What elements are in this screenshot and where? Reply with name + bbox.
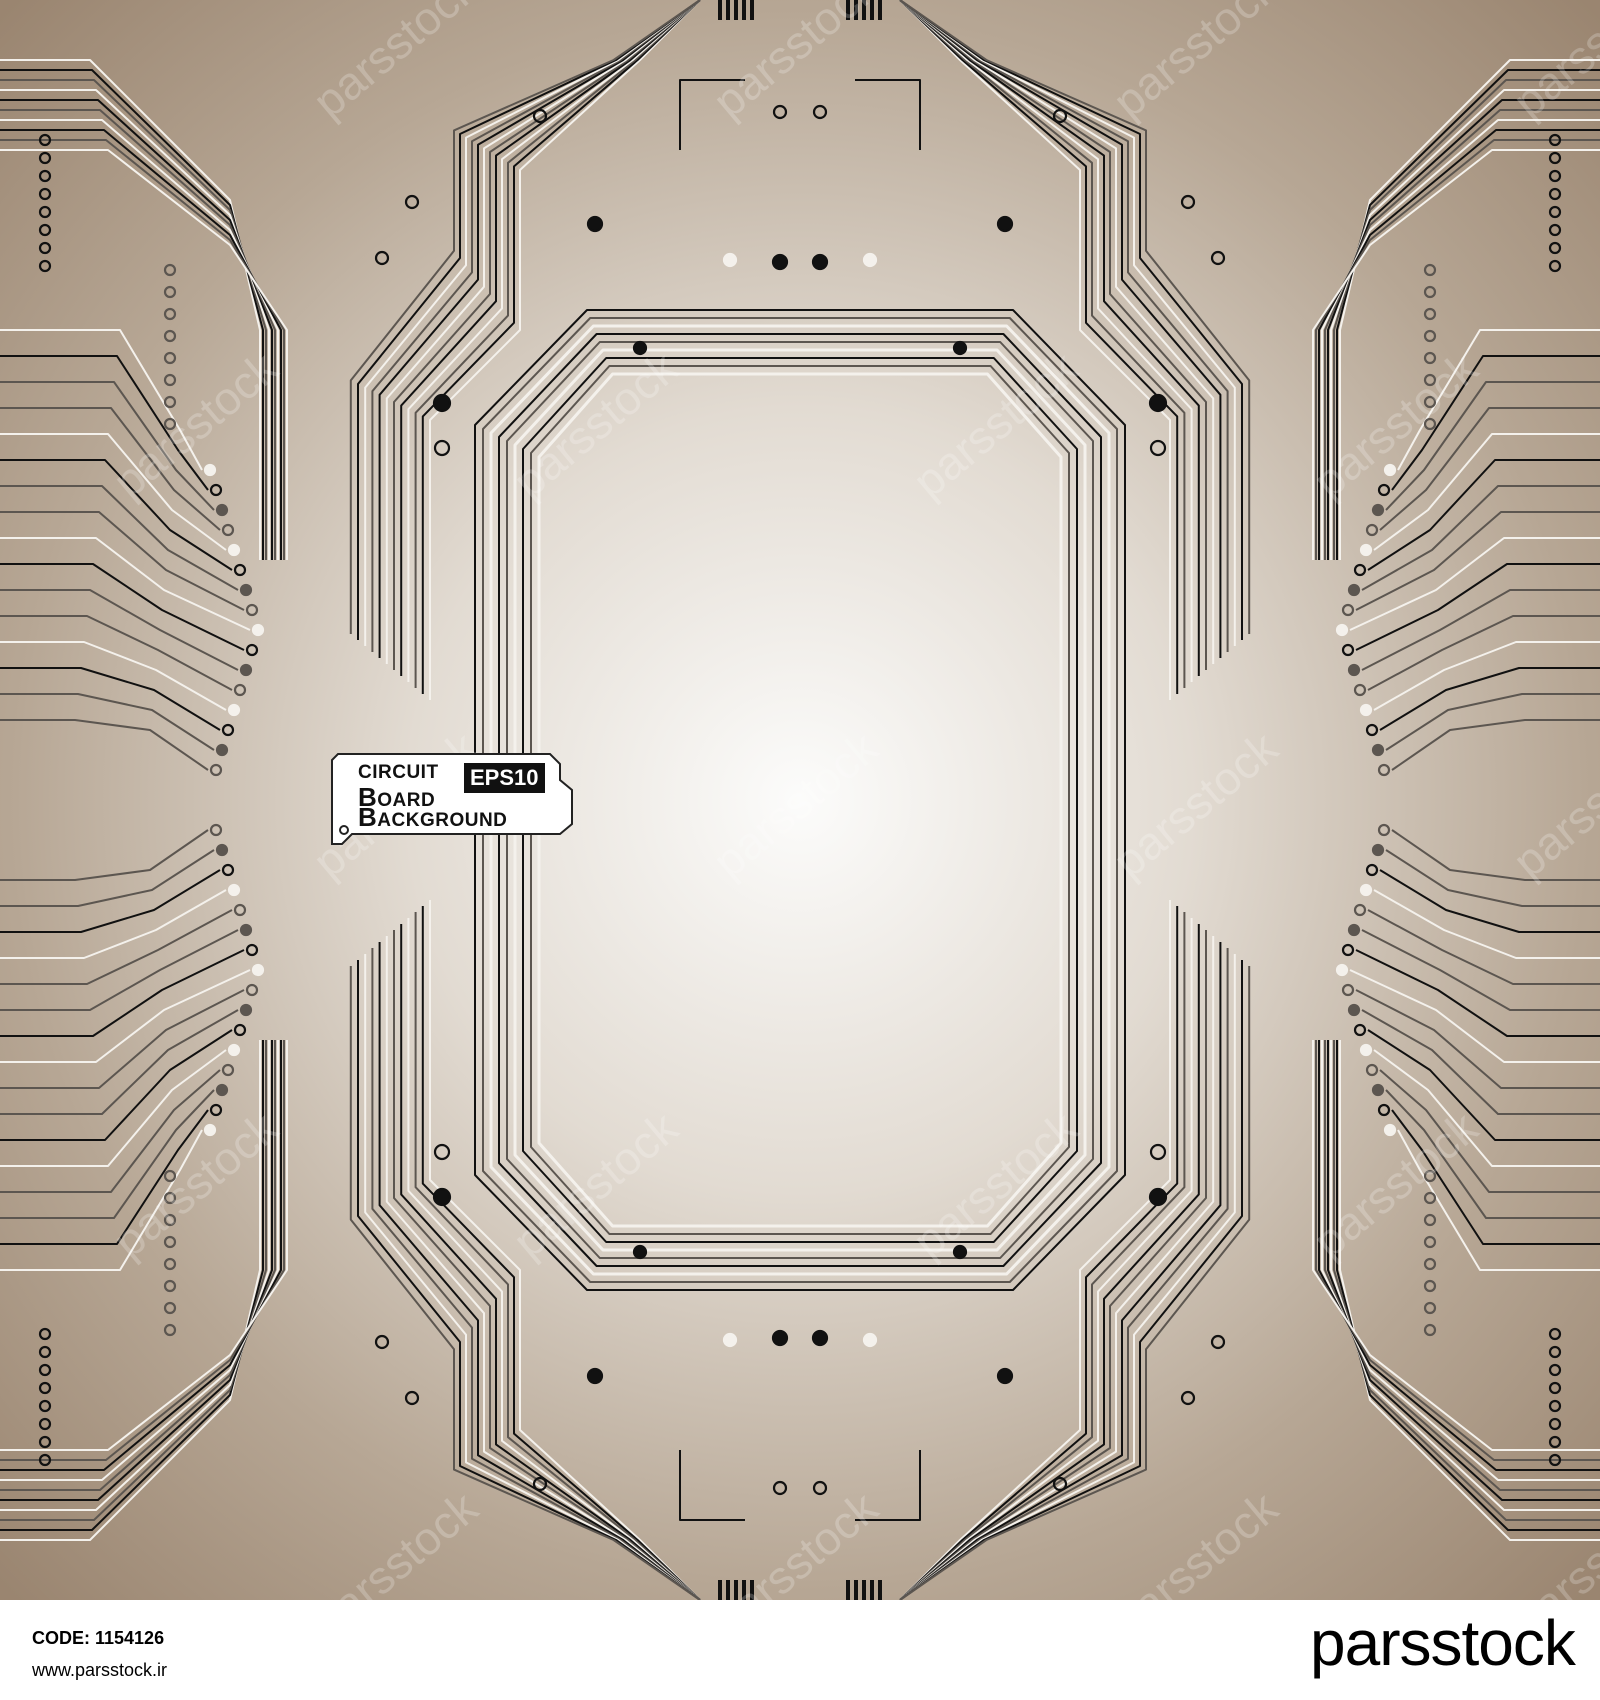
via-pad: [722, 252, 738, 268]
badge-format-label: EPS10: [464, 763, 545, 793]
via-pad: [1347, 583, 1361, 597]
badge-line-background: BACKGROUND: [358, 802, 508, 832]
via-pad: [239, 923, 253, 937]
via-pad: [586, 1367, 604, 1385]
via-pad: [432, 393, 452, 413]
via-pad: [203, 1123, 217, 1137]
via-pad: [239, 1003, 253, 1017]
via-pad: [215, 503, 229, 517]
via-pad: [771, 1329, 789, 1347]
via-pad: [862, 252, 878, 268]
via-pad: [215, 743, 229, 757]
via-pad: [1359, 543, 1373, 557]
via-pad: [1359, 1043, 1373, 1057]
via-pad: [251, 623, 265, 637]
via-pad: [1347, 663, 1361, 677]
parsstock-logo: parsstock: [1310, 1607, 1576, 1679]
via-pad: [996, 1367, 1014, 1385]
via-pad: [1359, 883, 1373, 897]
via-pad: [862, 1332, 878, 1348]
via-pad: [251, 963, 265, 977]
via-pad: [1371, 743, 1385, 757]
via-pad: [1383, 463, 1397, 477]
via-pad: [227, 1043, 241, 1057]
badge-line-circuit: CIRCUIT: [358, 762, 439, 783]
circuit-board-illustration: parsstock parsstock parsstock parsstockpars…: [0, 0, 1600, 1600]
image-code: CODE: 1154126: [32, 1628, 165, 1648]
via-pad: [432, 1187, 452, 1207]
via-pad: [215, 843, 229, 857]
via-pad: [239, 583, 253, 597]
via-pad: [1148, 1187, 1168, 1207]
image-canvas: parsstock parsstock parsstock parsstock pars…: [0, 0, 1600, 1700]
via-pad: [1371, 503, 1385, 517]
title-badge: CIRCUIT BOARD BACKGROUND EPS10: [328, 752, 580, 846]
via-pad: [203, 463, 217, 477]
via-pad: [1371, 1083, 1385, 1097]
via-pad: [239, 663, 253, 677]
via-pad: [1335, 623, 1349, 637]
via-pad: [1347, 1003, 1361, 1017]
via-pad: [771, 253, 789, 271]
via-pad: [227, 883, 241, 897]
via-pad: [215, 1083, 229, 1097]
via-pad: [632, 1244, 648, 1260]
via-pad: [1335, 963, 1349, 977]
via-pad: [1347, 923, 1361, 937]
via-pad: [586, 215, 604, 233]
via-pad: [722, 1332, 738, 1348]
site-url: www.parsstock.ir: [32, 1660, 168, 1680]
via-pad: [227, 703, 241, 717]
via-pad: [811, 1329, 829, 1347]
via-pad: [1371, 843, 1385, 857]
via-pad: [1359, 703, 1373, 717]
via-pad: [227, 543, 241, 557]
via-pad: [1148, 393, 1168, 413]
via-pad: [952, 340, 968, 356]
via-pad: [811, 253, 829, 271]
via-pad: [996, 215, 1014, 233]
via-pad: [1383, 1123, 1397, 1137]
footer-bar: CODE: 1154126 www.parsstock.ir parsstock: [0, 1600, 1600, 1700]
